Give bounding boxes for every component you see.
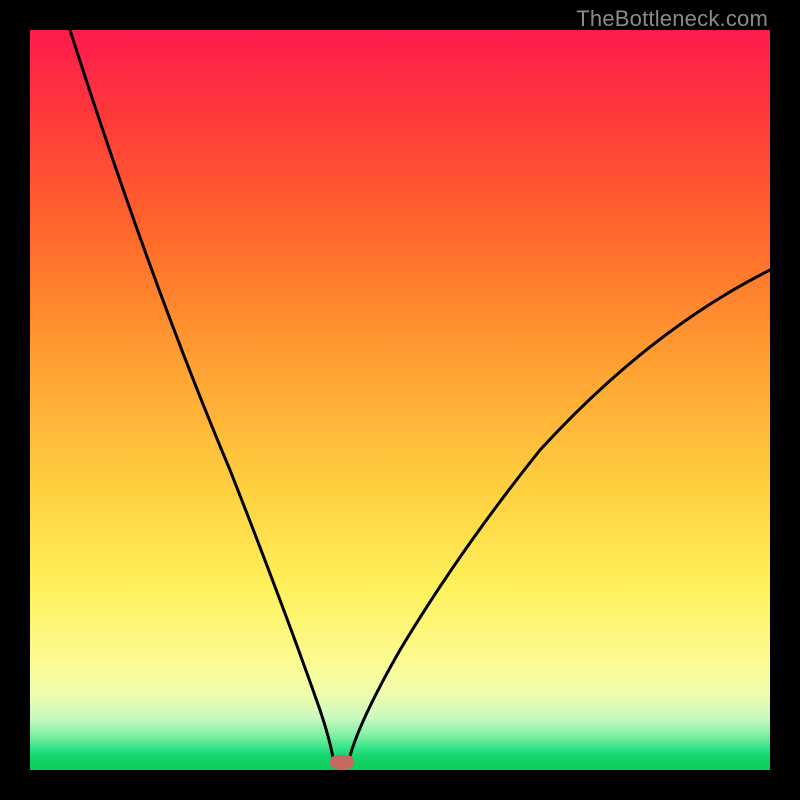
- chart-frame: TheBottleneck.com: [0, 0, 800, 800]
- chart-plot-area: [30, 30, 770, 770]
- optimal-marker: [330, 755, 354, 769]
- watermark-text: TheBottleneck.com: [576, 6, 768, 32]
- bottleneck-curve: [30, 30, 770, 770]
